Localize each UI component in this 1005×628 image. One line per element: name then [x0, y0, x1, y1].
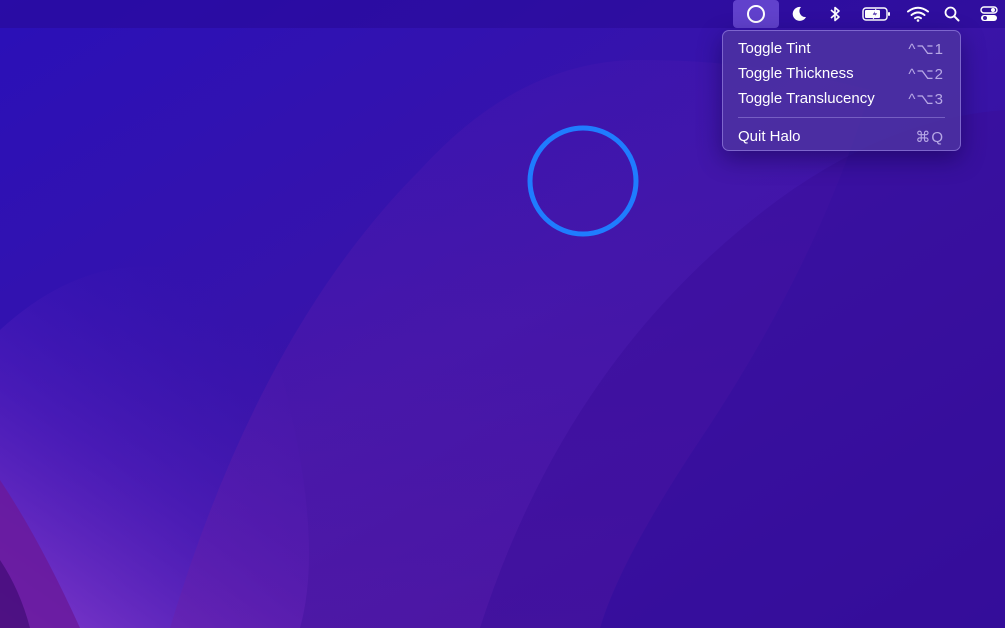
menu-separator [738, 117, 945, 118]
menu-item-toggle-tint[interactable]: Toggle Tint ^⌥1 [723, 36, 960, 61]
search-icon [944, 6, 960, 22]
menu-bar [0, 0, 1005, 28]
halo-circle-icon [746, 4, 766, 24]
halo-dropdown-menu: Toggle Tint ^⌥1 Toggle Thickness ^⌥2 Tog… [722, 30, 961, 151]
wifi-button[interactable] [907, 0, 929, 28]
menu-item-label: Quit Halo [738, 128, 801, 145]
spotlight-button[interactable] [943, 0, 961, 28]
halo-menubar-button[interactable] [733, 0, 779, 28]
menu-item-shortcut: ⌘Q [915, 128, 944, 146]
bluetooth-icon [828, 5, 842, 23]
focus-button[interactable] [787, 0, 811, 28]
menu-item-quit-halo[interactable]: Quit Halo ⌘Q [723, 124, 960, 149]
battery-charging-icon [862, 6, 892, 22]
wifi-icon [907, 6, 929, 22]
menu-item-toggle-thickness[interactable]: Toggle Thickness ^⌥2 [723, 61, 960, 86]
menu-item-shortcut: ^⌥1 [908, 40, 944, 58]
bluetooth-button[interactable] [825, 0, 845, 28]
menu-item-toggle-translucency[interactable]: Toggle Translucency ^⌥3 [723, 86, 960, 111]
menu-item-label: Toggle Tint [738, 40, 811, 57]
menu-item-label: Toggle Translucency [738, 90, 875, 107]
moon-icon [790, 5, 808, 23]
control-center-icon [980, 6, 998, 22]
halo-ring [526, 124, 640, 238]
menu-item-shortcut: ^⌥2 [908, 65, 944, 83]
control-center-button[interactable] [979, 0, 999, 28]
menu-item-shortcut: ^⌥3 [908, 90, 944, 108]
battery-button[interactable] [861, 0, 893, 28]
menu-item-label: Toggle Thickness [738, 65, 854, 82]
